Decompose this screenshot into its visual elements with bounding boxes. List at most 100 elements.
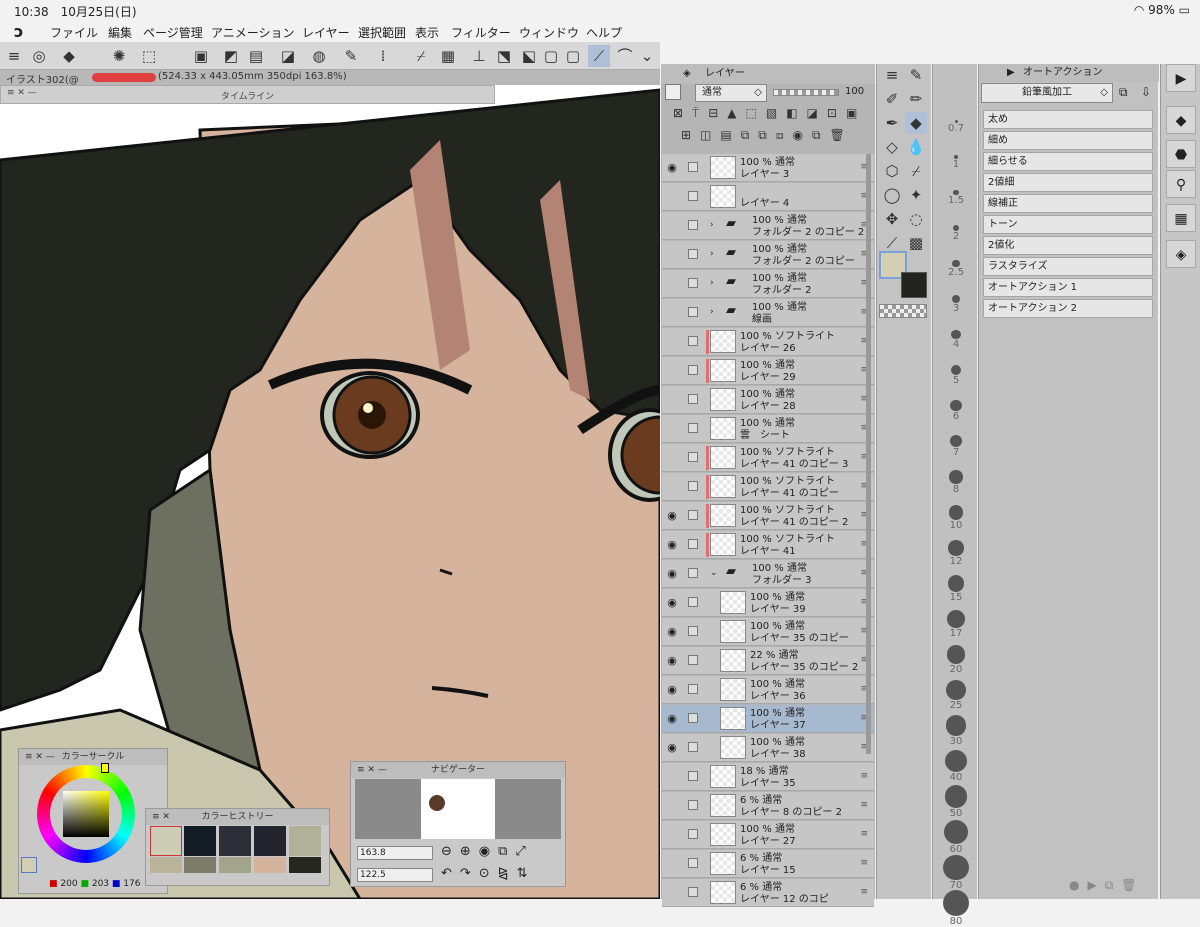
brush-size-item[interactable]: 4 — [938, 330, 974, 364]
layer-row[interactable]: ◉ 100 % 通常 レイヤー 36 ≡ — [662, 676, 874, 704]
menu-icon[interactable]: ≡ — [881, 64, 903, 86]
layer-row[interactable]: レイヤー 4 ≡ — [662, 183, 874, 211]
history-swatch[interactable] — [150, 826, 182, 856]
color-balance-icon[interactable]: ◪ — [277, 45, 299, 67]
layer-menu-icon[interactable]: ≡ — [860, 887, 868, 898]
fill2-icon[interactable]: ⬣ — [1166, 140, 1196, 168]
document-tab[interactable]: イラスト302(@ (524.33 x 443.05mm 350dpi 163.… — [0, 70, 660, 86]
eye-icon[interactable]: ◉ — [666, 626, 678, 637]
layer-row[interactable]: › ▰ 100 % 通常 フォルダー 2 のコピー ≡ — [662, 241, 874, 269]
layer-menu-icon[interactable]: ≡ — [860, 829, 868, 840]
stamp-icon[interactable]: ⊥ — [468, 45, 490, 67]
layer-row[interactable]: ◉ 100 % 通常 レイヤー 38 ≡ — [662, 734, 874, 762]
layer-checkbox[interactable] — [688, 191, 698, 201]
chevron-right-icon[interactable]: › — [710, 307, 714, 318]
layer-checkbox[interactable] — [688, 713, 698, 723]
current-color[interactable] — [21, 857, 37, 873]
layer-row[interactable]: 18 % 通常 レイヤー 35 ≡ — [662, 763, 874, 791]
levels-icon[interactable]: ▤ — [245, 45, 267, 67]
layer-checkbox[interactable] — [688, 829, 698, 839]
layer-row[interactable]: ◉ 100 % 通常 レイヤー 35 のコピー ≡ — [662, 618, 874, 646]
layer-checkbox[interactable] — [688, 742, 698, 752]
layer-checkbox[interactable] — [688, 336, 698, 346]
spiral-icon[interactable]: ◎ — [28, 45, 50, 67]
layer-row[interactable]: 100 % 通常 レイヤー 28 ≡ — [662, 386, 874, 414]
eye-icon[interactable]: ◉ — [666, 684, 678, 695]
layer-checkbox[interactable] — [688, 568, 698, 578]
menu-page[interactable]: ページ管理 — [143, 24, 203, 41]
menu-animation[interactable]: アニメーション — [211, 24, 295, 41]
paint-icon[interactable]: ◆ — [1166, 106, 1196, 134]
auto-action-item[interactable]: 太め — [983, 110, 1153, 129]
eye-icon[interactable]: ◉ — [666, 510, 678, 521]
material-icon[interactable]: ▦ — [1166, 204, 1196, 232]
fill-tool-icon[interactable]: ◆ — [905, 112, 927, 134]
chevron-right-icon[interactable]: › — [710, 278, 714, 289]
layer-row[interactable]: 100 % 通常雲 シート ≡ — [662, 415, 874, 443]
brush-size-item[interactable]: 40 — [938, 750, 974, 784]
opacity-slider[interactable] — [773, 89, 839, 96]
chevron-down-icon[interactable]: ⌄ — [636, 45, 658, 67]
layer-checkbox[interactable] — [688, 684, 698, 694]
fill-icon[interactable]: ◆ — [58, 45, 80, 67]
eye-icon[interactable]: ◉ — [666, 713, 678, 724]
zoom-controls[interactable]: ⊖⊕◉⧉⤢ — [441, 844, 534, 859]
layers-panel-icon[interactable]: ◈ — [1166, 240, 1196, 268]
brush-size-item[interactable]: 1.5 — [938, 190, 974, 224]
copy-icon[interactable]: ⧉ — [1119, 85, 1128, 100]
layer-checkbox[interactable] — [688, 452, 698, 462]
layer-checkbox[interactable] — [688, 365, 698, 375]
layer-row[interactable]: 6 % 通常 レイヤー 15 ≡ — [662, 850, 874, 878]
rotate-controls[interactable]: ↶↷⊙⧎⇅ — [441, 866, 535, 881]
history-swatch[interactable] — [150, 857, 182, 873]
play-panel-icon[interactable]: ▶ — [1166, 64, 1196, 92]
brush-size-item[interactable]: 30 — [938, 715, 974, 749]
layer-row[interactable]: ◉ 22 % 通常 レイヤー 35 のコピー 2 ≡ — [662, 647, 874, 675]
layer-checkbox[interactable] — [688, 423, 698, 433]
frame-icon[interactable]: ▢ — [540, 45, 562, 67]
menu-layer[interactable]: レイヤー — [302, 24, 350, 41]
palette-icon[interactable]: ◍ — [308, 45, 330, 67]
layer-row[interactable]: ◉ 100 % 通常 レイヤー 39 ≡ — [662, 589, 874, 617]
brush-size-item[interactable]: 20 — [938, 645, 974, 679]
brush-size-item[interactable]: 12 — [938, 540, 974, 574]
layer-checkbox[interactable] — [688, 481, 698, 491]
history-swatch[interactable] — [184, 857, 216, 873]
panel-menu-icon[interactable]: ≡ ✕ — — [357, 762, 387, 778]
zoom-slider[interactable]: 163.8 — [357, 846, 433, 860]
eye-icon[interactable]: ◉ — [666, 655, 678, 666]
layer-row[interactable]: 100 % 通常 レイヤー 27 ≡ — [662, 821, 874, 849]
layer-checkbox[interactable] — [688, 800, 698, 810]
history-swatch[interactable] — [289, 826, 321, 856]
history-swatch[interactable] — [184, 826, 216, 856]
layer-checkbox[interactable] — [688, 626, 698, 636]
layer-menu-icon[interactable]: ≡ — [860, 858, 868, 869]
layer-checkbox[interactable] — [688, 597, 698, 607]
crop-icon[interactable]: ⬕ — [518, 45, 540, 67]
brush-size-item[interactable]: 25 — [938, 680, 974, 714]
brush-tool-icon[interactable]: ✒ — [881, 112, 903, 134]
layer-checkbox[interactable] — [688, 278, 698, 288]
blend-icon[interactable]: 💧 — [905, 136, 927, 158]
menu-file[interactable]: ファイル — [50, 24, 98, 41]
brush-size-item[interactable]: 8 — [938, 470, 974, 504]
expression-color-box[interactable] — [665, 84, 681, 100]
cube-icon[interactable]: ⬡ — [881, 160, 903, 182]
brush-size-item[interactable]: 15 — [938, 575, 974, 609]
auto-action-item[interactable]: 2値化 — [983, 236, 1153, 255]
layer-checkbox[interactable] — [688, 510, 698, 520]
panel-menu-icon[interactable]: ≡ ✕ — — [25, 749, 55, 765]
layer-menu-icon[interactable]: ≡ — [860, 800, 868, 811]
layer-row[interactable]: 100 % ソフトライト レイヤー 41 のコピー 3 ≡ — [662, 444, 874, 472]
layer-row[interactable]: ◉ 100 % ソフトライト レイヤー 41 のコピー 2 ≡ — [662, 502, 874, 530]
layer-checkbox[interactable] — [688, 771, 698, 781]
layer-row[interactable]: ◉ ⌄ ▰ 100 % 通常 フォルダー 3 ≡ — [662, 560, 874, 588]
speech-icon[interactable]: ◌ — [905, 208, 927, 230]
auto-action-item[interactable]: 2値細 — [983, 173, 1153, 192]
brush-size-item[interactable]: 6 — [938, 400, 974, 434]
brush-size-item[interactable]: 2 — [938, 225, 974, 259]
layer-row[interactable]: 100 % ソフトライト レイヤー 41 のコピー ≡ — [662, 473, 874, 501]
pen-tool-icon[interactable]: ✎ — [905, 64, 927, 86]
layer-checkbox[interactable] — [688, 858, 698, 868]
layer-row[interactable]: › ▰ 100 % 通常 フォルダー 2 ≡ — [662, 270, 874, 298]
